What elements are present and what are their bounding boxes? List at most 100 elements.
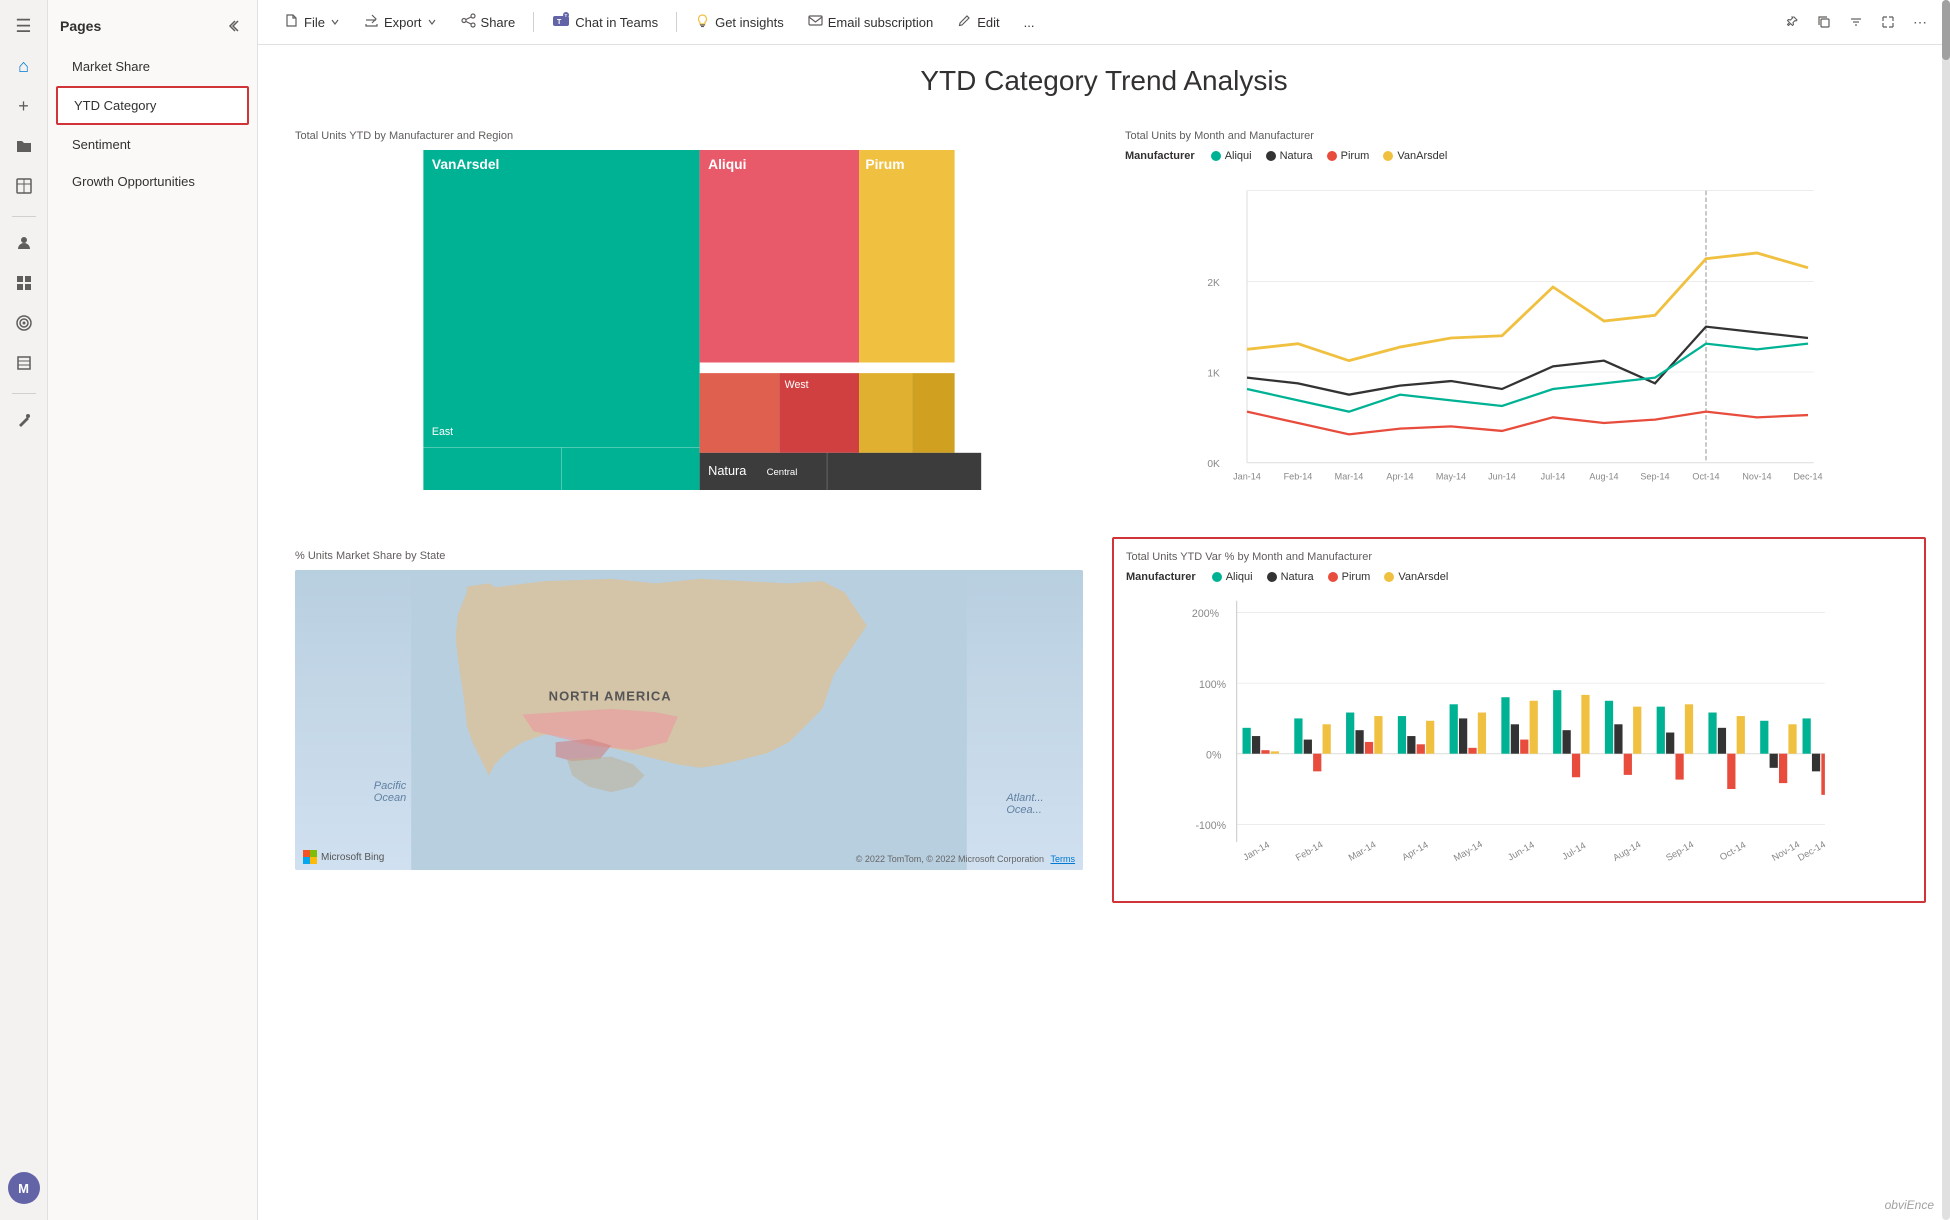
svg-text:Sep-14: Sep-14	[1664, 838, 1696, 863]
expand-button[interactable]	[1874, 8, 1902, 36]
collapse-panel-button[interactable]	[221, 14, 245, 38]
linechart-legend: Manufacturer Aliqui Natura Pirum	[1125, 150, 1913, 162]
share-button[interactable]: Share	[451, 8, 526, 37]
file-icon	[284, 13, 299, 32]
share-icon	[461, 13, 476, 32]
report-title: YTD Category Trend Analysis	[282, 65, 1926, 97]
share-label: Share	[481, 15, 516, 30]
legend-label-pirum: Pirum	[1341, 150, 1370, 162]
svg-text:Pirum: Pirum	[865, 156, 904, 172]
legend-item-natura: Natura	[1266, 150, 1313, 162]
toolbar-right: ⋯	[1778, 8, 1934, 36]
chat-in-teams-button[interactable]: TT Chat in Teams	[542, 6, 668, 38]
svg-text:Oct-14: Oct-14	[1718, 839, 1748, 863]
pacific-ocean-label: PacificOcean	[374, 780, 406, 804]
export-icon	[364, 13, 379, 32]
svg-text:Oct-14: Oct-14	[1692, 472, 1719, 482]
barchart-visual[interactable]: Total Units YTD Var % by Month and Manuf…	[1112, 537, 1926, 903]
hamburger-icon[interactable]: ☰	[6, 8, 42, 44]
north-america-label: NORTH AMERICA	[549, 689, 672, 704]
rail-divider-1	[12, 216, 36, 217]
svg-text:Mar-14: Mar-14	[1335, 472, 1364, 482]
svg-text:Jan-14: Jan-14	[1241, 839, 1271, 863]
atlantic-ocean-label: Atlant...Ocea...	[1006, 792, 1043, 816]
bar-legend-aliqui: Aliqui	[1212, 571, 1253, 583]
svg-text:T: T	[557, 19, 562, 26]
bar-legend-label-aliqui: Aliqui	[1226, 571, 1253, 583]
scrollbar-thumb[interactable]	[1942, 0, 1950, 60]
svg-text:Dec-14: Dec-14	[1795, 838, 1827, 863]
sidebar-item-sentiment[interactable]: Sentiment	[56, 127, 249, 162]
avatar[interactable]: M	[8, 1172, 40, 1204]
email-subscription-label: Email subscription	[828, 15, 934, 30]
add-icon[interactable]: +	[6, 88, 42, 124]
email-icon	[808, 13, 823, 32]
email-subscription-button[interactable]: Email subscription	[798, 8, 944, 37]
legend-item-pirum: Pirum	[1327, 150, 1370, 162]
pin-button[interactable]	[1778, 8, 1806, 36]
treemap-container: VanArsdel East Central West Aliqui East …	[295, 150, 1083, 490]
person-icon[interactable]	[6, 225, 42, 261]
svg-text:Aliqui: Aliqui	[708, 156, 746, 172]
sidebar-item-market-share[interactable]: Market Share	[56, 49, 249, 84]
table-icon[interactable]	[6, 168, 42, 204]
svg-text:Jul-14: Jul-14	[1541, 472, 1566, 482]
svg-text:0%: 0%	[1206, 749, 1222, 761]
svg-text:VanArsdel: VanArsdel	[432, 156, 499, 172]
copy-button[interactable]	[1810, 8, 1838, 36]
bar-legend-natura: Natura	[1267, 571, 1314, 583]
svg-text:Nov-14: Nov-14	[1742, 472, 1771, 482]
bar-legend-dot-vanarsdel	[1384, 572, 1394, 582]
file-button[interactable]: File	[274, 8, 350, 37]
edit-label: Edit	[977, 15, 999, 30]
toolbar-separator-2	[676, 12, 677, 32]
main-content: File Export Share TT Chat in Teams	[258, 0, 1950, 1220]
target-icon[interactable]	[6, 305, 42, 341]
linechart-title: Total Units by Month and Manufacturer	[1125, 130, 1913, 142]
sidebar-item-ytd-category[interactable]: YTD Category	[56, 86, 249, 125]
bing-attribution: Microsoft Bing	[303, 850, 384, 864]
legend-manufacturer-label: Manufacturer	[1125, 150, 1195, 162]
svg-text:Dec-14: Dec-14	[1793, 472, 1822, 482]
rail-divider-2	[12, 393, 36, 394]
book-icon[interactable]	[6, 345, 42, 381]
linechart-container: 0K 1K 2K Jan-14 Feb-14 Mar-14 Apr-14 May…	[1125, 168, 1913, 508]
svg-text:Apr-14: Apr-14	[1386, 472, 1413, 482]
filter-button[interactable]	[1842, 8, 1870, 36]
sidebar-item-growth-opportunities[interactable]: Growth Opportunities	[56, 164, 249, 199]
home-icon[interactable]: ⌂	[6, 48, 42, 84]
edit-button[interactable]: Edit	[947, 8, 1009, 37]
scrollbar[interactable]	[1942, 0, 1950, 1220]
svg-text:Jan-14: Jan-14	[1233, 472, 1261, 482]
barchart-container: 200% 100% 0% -100%	[1126, 589, 1912, 889]
map-copyright: © 2022 TomTom, © 2022 Microsoft Corporat…	[856, 854, 1075, 864]
more-options-button[interactable]: ⋯	[1906, 8, 1934, 36]
export-button[interactable]: Export	[354, 8, 447, 37]
svg-text:Feb-14: Feb-14	[1284, 472, 1313, 482]
edit-icon	[957, 13, 972, 32]
report-area: YTD Category Trend Analysis Total Units …	[258, 45, 1950, 1220]
grid-icon[interactable]	[6, 265, 42, 301]
treemap-visual[interactable]: Total Units YTD by Manufacturer and Regi…	[282, 117, 1096, 521]
map-visual[interactable]: % Units Market Share by State	[282, 537, 1096, 903]
folder-icon[interactable]	[6, 128, 42, 164]
branding: obviEnce	[1885, 1198, 1934, 1212]
map-container: NORTH AMERICA PacificOcean Atlant...Ocea…	[295, 570, 1083, 870]
legend-dot-natura	[1266, 151, 1276, 161]
svg-text:Apr-14: Apr-14	[1400, 839, 1430, 863]
svg-text:100%: 100%	[1199, 679, 1227, 691]
svg-text:0K: 0K	[1207, 459, 1220, 470]
barchart-manufacturer-label: Manufacturer	[1126, 571, 1196, 583]
paint-icon[interactable]	[6, 402, 42, 438]
terms-link[interactable]: Terms	[1051, 854, 1076, 864]
pages-panel: Pages Market Share YTD Category Sentimen…	[48, 0, 258, 1220]
toolbar-separator-1	[533, 12, 534, 32]
svg-text:Feb-14: Feb-14	[1293, 838, 1324, 862]
more-button[interactable]: ...	[1014, 10, 1045, 35]
linechart-visual[interactable]: Total Units by Month and Manufacturer Ma…	[1112, 117, 1926, 521]
map-title: % Units Market Share by State	[295, 550, 1083, 562]
svg-text:Jun-14: Jun-14	[1506, 839, 1536, 863]
chat-in-teams-label: Chat in Teams	[575, 15, 658, 30]
get-insights-button[interactable]: Get insights	[685, 8, 794, 37]
svg-text:2K: 2K	[1207, 278, 1220, 289]
